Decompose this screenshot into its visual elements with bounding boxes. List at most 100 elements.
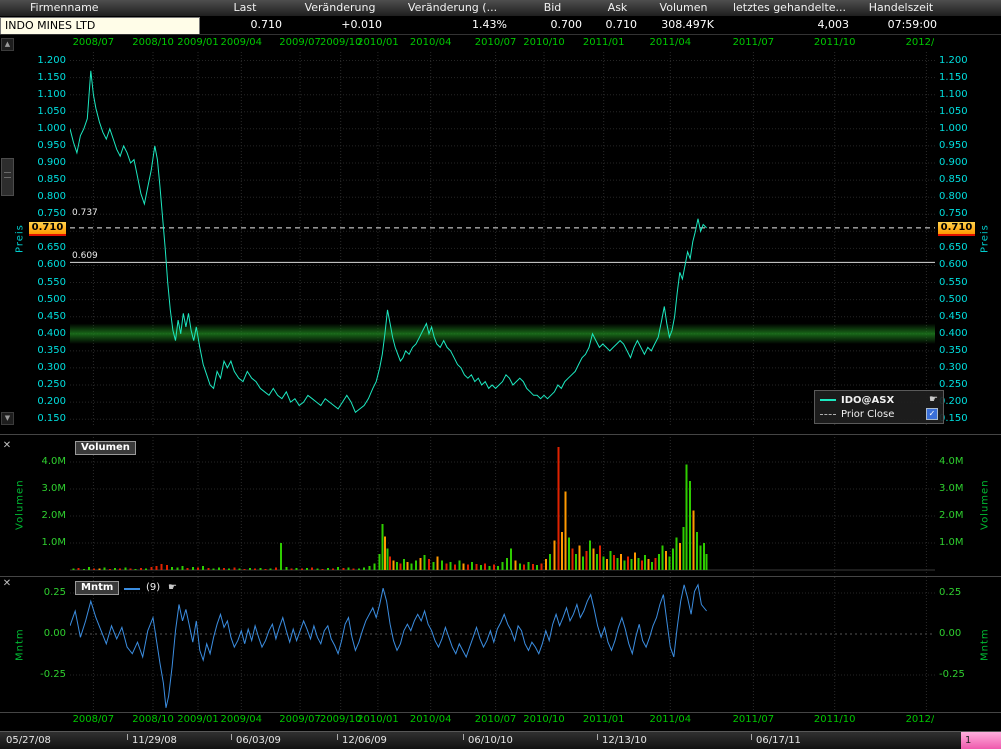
time-range-slider[interactable]: 1 05/27/08 11/29/08 06/03/09 12/06/09 06/10/…: [0, 731, 1001, 749]
y-tick-label: 0.500: [939, 295, 968, 305]
y-tick-label: 1.100: [939, 90, 968, 100]
company-name-field[interactable]: INDO MINES LTD: [0, 17, 200, 34]
x-axis-label: 2011/01: [583, 37, 625, 48]
price-plot[interactable]: [70, 52, 935, 426]
y-tick-label: 0.550: [939, 278, 968, 288]
x-axis-bottom: 2008/072008/102009/012009/042009/072009/…: [0, 713, 934, 726]
y-tick-label: 0.900: [26, 158, 66, 168]
drag-hand-icon[interactable]: ☛: [929, 395, 938, 405]
y-tick-label: 1.150: [26, 73, 66, 83]
slider-tick: [597, 734, 598, 740]
y-tick-label: 0.650: [26, 243, 66, 253]
quote-column-header[interactable]: letztes gehandelte...: [722, 0, 857, 16]
x-axis-label: 2008/07: [73, 714, 115, 725]
y-tick-label: 0.150: [26, 414, 66, 424]
mntm-axis-title-right: Mntm: [979, 577, 991, 712]
y-tick-label: 3.0M: [939, 484, 964, 494]
price-legend[interactable]: IDO@ASX ☛ Prior Close ✓: [814, 390, 944, 424]
slider-tick: [231, 734, 232, 740]
x-axis-label: 2009/07: [279, 714, 321, 725]
x-axis-label: 2011/04: [650, 37, 692, 48]
y-tick-label: 0.300: [939, 363, 968, 373]
quote-column-header[interactable]: Last: [200, 0, 290, 16]
close-mntm-pane-button[interactable]: ✕: [1, 578, 13, 590]
quote-spacer: [945, 16, 1001, 34]
y-tick-label: 0.850: [939, 175, 968, 185]
y-tick-label: -0.25: [939, 670, 965, 680]
slider-date-label: 05/27/08: [6, 735, 51, 746]
y-tick-label: 1.200: [939, 56, 968, 66]
x-axis-label: 2011/07: [733, 714, 775, 725]
y-tick-label: 1.000: [939, 124, 968, 134]
quote-column-header[interactable]: Ask: [590, 0, 645, 16]
quote-column-header[interactable]: Veränderung (...: [390, 0, 515, 16]
volume-pane-label-chip[interactable]: Volumen: [75, 441, 136, 455]
scrollbar-thumb[interactable]: [1, 158, 14, 196]
y-tick-label: 1.050: [939, 107, 968, 117]
x-axis-label: 2010/10: [523, 714, 565, 725]
y-tick-label: 0.250: [26, 380, 66, 390]
y-tick-label: 0.550: [26, 278, 66, 288]
volume-axis-title-right: Volumen: [979, 437, 991, 573]
slider-date-label: 06/03/09: [236, 735, 281, 746]
trading-chart-window: FirmennameLastVeränderungVeränderung (..…: [0, 0, 1001, 749]
quote-column-header[interactable]: Veränderung: [290, 0, 390, 16]
x-axis-label: 2009/01: [177, 37, 219, 48]
y-tick-label: 1.000: [26, 124, 66, 134]
y-tick-label: 0.600: [939, 260, 968, 270]
prior-close-line-sample: [820, 414, 836, 415]
slider-tick: [337, 734, 338, 740]
y-tick-label: 0.450: [939, 312, 968, 322]
y-tick-label: 0.800: [939, 192, 968, 202]
quote-column-header[interactable]: Firmenname: [0, 0, 200, 16]
quote-header-spacer: [945, 0, 1001, 16]
x-axis-label: 2008/10: [132, 37, 174, 48]
y-tick-label: 1.0M: [939, 538, 964, 548]
close-volume-pane-button[interactable]: ✕: [1, 440, 13, 452]
last-price-axis-marker-right: 0.710: [938, 222, 975, 236]
slider-date-label: 12/06/09: [342, 735, 387, 746]
slider-date-label: 06/10/10: [468, 735, 513, 746]
change-percent-value: 1.43%: [390, 16, 515, 34]
y-tick-label: 0.850: [26, 175, 66, 185]
scroll-down-button[interactable]: ▼: [1, 412, 14, 425]
slider-date-label: 11/29/08: [132, 735, 177, 746]
quote-column-header[interactable]: Handelszeit: [857, 0, 945, 16]
slider-tick: [751, 734, 752, 740]
y-tick-label: 0.300: [26, 363, 66, 373]
prior-close-checkbox[interactable]: ✓: [926, 408, 938, 420]
x-axis-label: 2010/10: [523, 37, 565, 48]
x-axis-label: 2008/10: [132, 714, 174, 725]
y-tick-label: 1.200: [26, 56, 66, 66]
mntm-axis-title-left: Mntm: [14, 577, 26, 712]
volume-plot[interactable]: [70, 437, 935, 573]
y-tick-label: 0.00: [26, 629, 66, 639]
y-tick-label: 1.100: [26, 90, 66, 100]
reference-line-annotation: 0.609: [72, 251, 98, 261]
drag-hand-icon[interactable]: ☛: [168, 583, 177, 593]
x-axis-label: 2011/10: [814, 714, 856, 725]
mntm-pane-label-chip[interactable]: Mntm: [75, 581, 119, 595]
x-axis-label: 2009/01: [177, 714, 219, 725]
quote-column-header[interactable]: Bid: [515, 0, 590, 16]
slider-end-handle[interactable]: 1: [961, 732, 1001, 749]
price-axis-title-left: Preis: [14, 52, 26, 426]
pane-separator[interactable]: [0, 434, 1001, 435]
x-axis-label: 2010/01: [357, 37, 399, 48]
y-tick-label: 0.200: [26, 397, 66, 407]
momentum-plot[interactable]: [70, 577, 935, 712]
x-axis-top: 2008/072008/102009/012009/042009/072009/…: [0, 36, 934, 49]
x-axis-label: 2008/07: [73, 37, 115, 48]
change-value: +0.010: [290, 16, 390, 34]
y-tick-label: -0.25: [26, 670, 66, 680]
y-tick-label: 1.150: [939, 73, 968, 83]
y-tick-label: 0.750: [939, 209, 968, 219]
y-tick-label: 0.950: [939, 141, 968, 151]
x-axis-label: 2011/07: [733, 37, 775, 48]
quote-separator: [0, 34, 1001, 35]
x-axis-label: 2010/01: [357, 714, 399, 725]
y-tick-label: 0.900: [939, 158, 968, 168]
quote-column-header[interactable]: Volumen: [645, 0, 722, 16]
scroll-up-button[interactable]: ▲: [1, 38, 14, 51]
x-axis-label: 2009/04: [220, 714, 262, 725]
